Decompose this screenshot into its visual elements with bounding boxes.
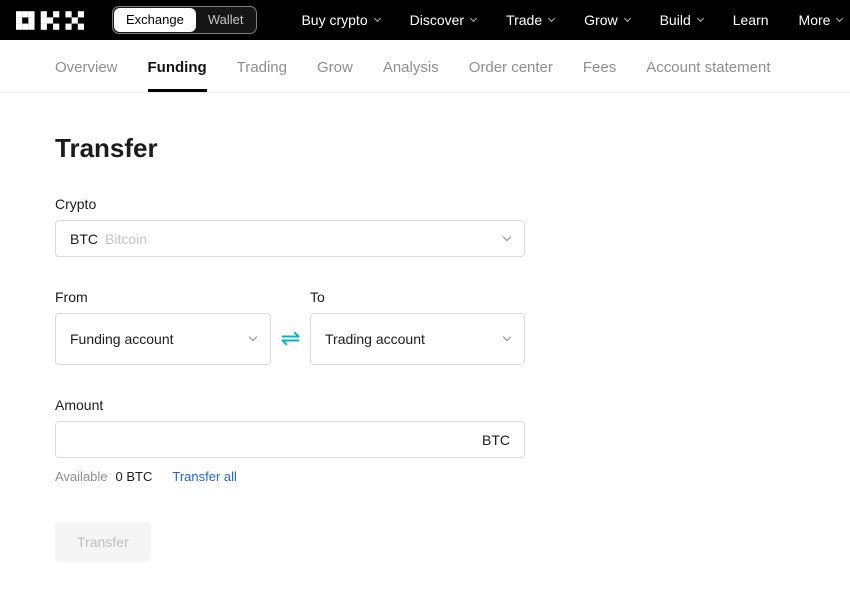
nav-build[interactable]: Build bbox=[659, 12, 704, 28]
chevron-down-icon bbox=[502, 232, 512, 241]
from-account-select[interactable]: Funding account bbox=[55, 313, 271, 365]
to-account-select[interactable]: Trading account bbox=[310, 313, 525, 365]
nav-trade[interactable]: Trade bbox=[506, 12, 556, 28]
nav-buy-crypto-label: Buy crypto bbox=[301, 12, 368, 28]
nav-discover-label: Discover bbox=[409, 12, 465, 28]
main-nav: Buy crypto Discover Trade Grow Build Lea… bbox=[301, 12, 844, 28]
transfer-all-link[interactable]: Transfer all bbox=[172, 469, 237, 484]
nav-learn[interactable]: Learn bbox=[733, 12, 769, 28]
swap-wrap: ⇌ bbox=[271, 313, 310, 365]
to-account-value: Trading account bbox=[325, 331, 425, 347]
nav-more-label: More bbox=[798, 12, 831, 28]
amount-label: Amount bbox=[55, 397, 104, 413]
tab-analysis[interactable]: Analysis bbox=[383, 40, 439, 92]
tab-fees[interactable]: Fees bbox=[583, 40, 616, 92]
tab-overview[interactable]: Overview bbox=[55, 40, 118, 92]
okx-logo[interactable] bbox=[16, 10, 84, 30]
nav-more[interactable]: More bbox=[798, 12, 844, 28]
tab-funding[interactable]: Funding bbox=[147, 40, 207, 92]
chevron-down-icon bbox=[696, 14, 704, 23]
tab-account-statement[interactable]: Account statement bbox=[646, 40, 770, 92]
nav-buy-crypto[interactable]: Buy crypto bbox=[301, 12, 381, 28]
to-label: To bbox=[310, 289, 325, 305]
chevron-down-icon bbox=[548, 14, 556, 23]
tab-grow[interactable]: Grow bbox=[317, 40, 353, 92]
amount-input[interactable] bbox=[70, 430, 482, 449]
okx-logo-icon bbox=[16, 10, 84, 30]
nav-grow[interactable]: Grow bbox=[584, 12, 631, 28]
chevron-down-icon bbox=[248, 332, 258, 342]
available-label: Available bbox=[55, 469, 108, 484]
crypto-select[interactable]: BTC Bitcoin bbox=[55, 220, 525, 257]
nav-trade-label: Trade bbox=[506, 12, 543, 28]
amount-unit: BTC bbox=[482, 431, 510, 448]
exchange-toggle-button[interactable]: Exchange bbox=[114, 8, 196, 32]
chevron-down-icon bbox=[502, 332, 512, 342]
nav-discover[interactable]: Discover bbox=[409, 12, 478, 28]
chevron-down-icon bbox=[836, 14, 844, 23]
available-value: 0 BTC bbox=[115, 469, 153, 484]
chevron-down-icon bbox=[373, 14, 381, 23]
tab-order-center[interactable]: Order center bbox=[469, 40, 553, 92]
chevron-down-icon bbox=[470, 14, 478, 23]
swap-accounts-icon[interactable]: ⇌ bbox=[280, 327, 300, 351]
from-account-value: Funding account bbox=[70, 331, 174, 347]
account-tabbar: Overview Funding Trading Grow Analysis O… bbox=[0, 40, 850, 93]
nav-learn-label: Learn bbox=[732, 12, 769, 28]
chevron-down-icon bbox=[623, 14, 631, 23]
tab-trading[interactable]: Trading bbox=[237, 40, 287, 92]
amount-input-wrap: BTC bbox=[55, 421, 525, 458]
page-title: Transfer bbox=[55, 133, 158, 163]
transfer-button[interactable]: Transfer bbox=[55, 522, 151, 562]
crypto-symbol: BTC bbox=[70, 230, 98, 247]
nav-build-label: Build bbox=[659, 12, 691, 28]
from-to-row: From Funding account ⇌ To Trading accoun… bbox=[55, 257, 850, 365]
transfer-page: Transfer Crypto BTC Bitcoin From Funding … bbox=[0, 133, 850, 562]
crypto-label: Crypto bbox=[55, 196, 97, 212]
available-row: Available 0 BTC Transfer all bbox=[55, 469, 850, 484]
from-label: From bbox=[55, 289, 88, 305]
exchange-wallet-toggle: Exchange Wallet bbox=[112, 6, 258, 34]
wallet-toggle-button[interactable]: Wallet bbox=[196, 8, 256, 32]
crypto-name: Bitcoin bbox=[105, 230, 148, 247]
top-navbar: Exchange Wallet Buy crypto Discover Trad… bbox=[0, 0, 850, 40]
nav-grow-label: Grow bbox=[584, 12, 618, 28]
crypto-select-value: BTC Bitcoin bbox=[70, 231, 147, 247]
